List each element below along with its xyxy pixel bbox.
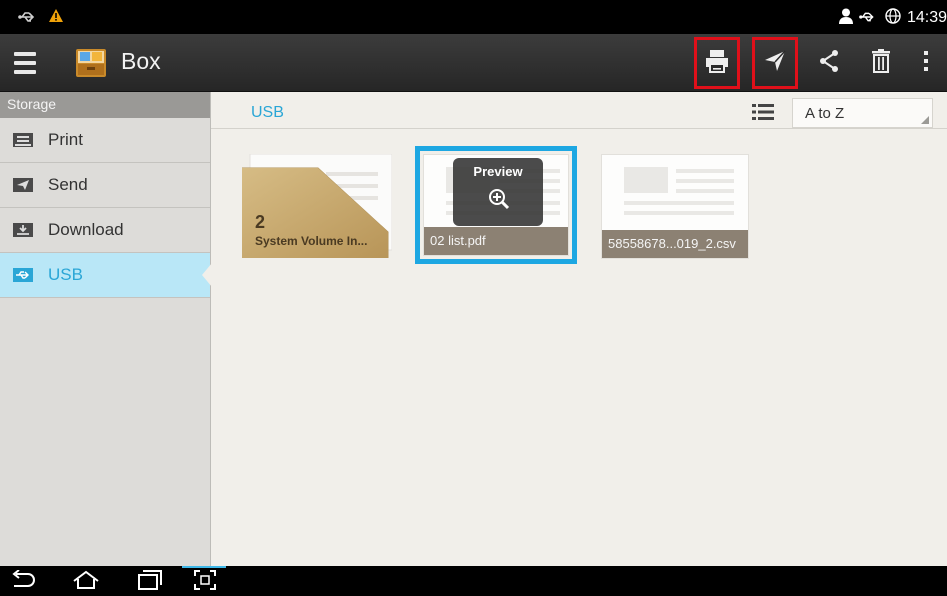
printer-icon <box>12 132 34 148</box>
usb-icon <box>12 267 34 283</box>
usb-icon <box>859 9 879 27</box>
usb-icon <box>18 8 40 27</box>
home-icon <box>72 570 100 594</box>
send-icon <box>12 177 34 193</box>
trash-icon <box>870 48 892 78</box>
warning-icon <box>48 8 64 27</box>
file-name: 58558678...019_2.csv <box>602 230 748 258</box>
file-thumbnail: 58558678...019_2.csv <box>601 154 749 259</box>
breadcrumb[interactable]: USB <box>251 104 284 122</box>
main-content: USB A to Z 2 System Volume In... Preview… <box>211 92 947 566</box>
capture-indicator <box>182 566 226 568</box>
send-button[interactable] <box>752 37 798 89</box>
sidebar-item-print[interactable]: Print <box>0 118 210 163</box>
delete-button[interactable] <box>858 37 904 89</box>
home-button[interactable] <box>71 570 101 594</box>
sidebar-item-download[interactable]: Download <box>0 208 210 253</box>
sidebar-item-send[interactable]: Send <box>0 163 210 208</box>
back-icon <box>10 569 36 594</box>
user-icon <box>838 8 853 28</box>
status-bar: 14:39 <box>0 0 947 34</box>
folder-item[interactable]: 2 System Volume In... <box>242 154 392 258</box>
hamburger-menu-icon[interactable] <box>8 46 42 80</box>
file-item-csv[interactable]: 58558678...019_2.csv <box>601 154 749 259</box>
screen-capture-button[interactable] <box>190 570 220 594</box>
sidebar-item-usb[interactable]: USB <box>0 253 212 298</box>
sidebar-item-label: Send <box>48 175 88 194</box>
globe-icon <box>885 8 901 28</box>
status-right-icons: 14:39 <box>838 8 947 28</box>
send-icon <box>763 49 787 77</box>
sort-dropdown[interactable]: A to Z <box>792 98 933 128</box>
folder-name: System Volume In... <box>255 234 368 248</box>
status-time: 14:39 <box>906 9 947 26</box>
document-lines <box>624 167 734 231</box>
action-bar: Box <box>0 34 947 92</box>
screen-capture-icon <box>194 570 216 594</box>
share-icon <box>818 49 840 77</box>
download-icon <box>12 222 34 238</box>
app-title: Box <box>121 48 161 74</box>
status-left-icons <box>18 8 64 27</box>
recent-apps-button[interactable] <box>134 570 164 594</box>
divider <box>211 128 947 129</box>
sidebar-item-label: USB <box>48 265 83 284</box>
sort-selected: A to Z <box>805 105 845 122</box>
sidebar-item-label: Download <box>48 220 124 239</box>
print-button[interactable] <box>694 37 740 89</box>
folder-item-count: 2 <box>255 212 266 232</box>
sidebar-item-label: Print <box>48 130 83 149</box>
file-thumbnail: Preview 02 list.pdf <box>423 154 569 256</box>
preview-label: Preview <box>473 164 523 179</box>
recent-apps-icon <box>136 570 162 594</box>
back-button[interactable] <box>8 569 38 594</box>
zoom-in-icon <box>488 188 510 210</box>
folder-icon: 2 System Volume In... <box>242 154 392 258</box>
file-name: 02 list.pdf <box>424 227 568 255</box>
sidebar-header: Storage <box>0 92 210 118</box>
list-view-icon[interactable] <box>752 103 774 121</box>
sidebar: Storage Print Send Download USB <box>0 92 212 566</box>
dropdown-arrow-icon <box>921 116 929 124</box>
navigation-bar <box>0 566 947 596</box>
file-item-pdf[interactable]: Preview 02 list.pdf <box>415 146 577 264</box>
more-options-button[interactable] <box>908 37 944 89</box>
preview-button[interactable]: Preview <box>453 158 543 226</box>
box-app-icon <box>74 46 108 80</box>
share-button[interactable] <box>806 37 852 89</box>
overflow-menu-icon <box>922 49 930 77</box>
print-icon <box>704 48 730 78</box>
